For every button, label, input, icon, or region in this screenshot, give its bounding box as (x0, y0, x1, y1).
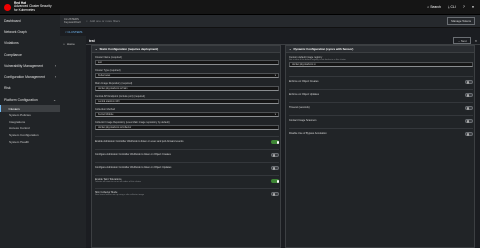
central-api-endpoint-field: Central API Endpoint (include port) (req… (95, 95, 279, 104)
toggle-row-enforce-creates: Enforce on Object Creates (289, 76, 473, 86)
redhat-logo-icon (4, 3, 11, 11)
main-content: test → Next ✕ ⌄ Static Configuration (re… (86, 36, 480, 248)
chevron-down-icon: ⌄ (53, 97, 56, 102)
main-image-repository-input[interactable]: docker.pkg.stackrox.io/main (95, 85, 279, 91)
toggle-row-taint-tolerations: Enable Taint Tolerations Tolerate all ta… (95, 175, 280, 185)
toggle-row-admission-creates: Configure Admission Controller Webhook t… (95, 149, 279, 159)
contact-scanners-toggle[interactable] (465, 118, 473, 123)
bypass-annotation-toggle[interactable] (465, 131, 473, 136)
breadcrumb-back-link[interactable]: < CLUSTERS (65, 30, 82, 34)
cli-label: CLI (450, 5, 456, 9)
slim-collector-toggle[interactable] (271, 191, 279, 196)
cluster-name-field: Cluster Name (required) test (95, 56, 279, 65)
sidebar-item-violations[interactable]: Violations (0, 38, 60, 49)
collection-method-field: Collection Method Kernel Module ▾ (95, 108, 279, 117)
cli-button[interactable]: ⤓ CLI (448, 5, 456, 9)
toggle-row-contact-scanners: Contact Image Scanners (289, 115, 473, 125)
user-icon[interactable]: ● (472, 5, 474, 9)
toggle-row-bypass-annotation: Disable Use of Bypass Annotation (289, 128, 473, 138)
global-search-button[interactable]: ⌕ Search (427, 5, 441, 9)
cluster-name-input[interactable]: test (95, 59, 279, 65)
caret-down-icon: ▾ (274, 73, 276, 77)
admission-creates-toggle[interactable] (271, 152, 279, 157)
sidebar-item-risk[interactable]: Risk (0, 83, 60, 94)
search-icon: ⌕ (427, 5, 430, 9)
search-icon: ⌕ (86, 19, 88, 23)
sidebar-subitem-system-configuration[interactable]: System Configuration (0, 132, 60, 139)
sidebar-item-compliance[interactable]: Compliance (0, 49, 60, 60)
search-label: Search (430, 5, 441, 9)
chevron-down-icon[interactable]: ⌄ (289, 47, 291, 51)
custom-default-registry-field: Custom default image registry Set a valu… (289, 56, 473, 68)
sidebar-subitem-system-health[interactable]: System Health (0, 138, 60, 145)
collector-image-repository-field: Collector Image Repository (uses Main im… (95, 121, 279, 130)
cluster-list-pane: ⌂ Home (60, 36, 86, 248)
close-icon[interactable]: ✕ (475, 39, 477, 43)
chevron-right-icon: › (54, 63, 56, 68)
home-icon: ⌂ (63, 42, 65, 46)
sidebar-subitem-integrations[interactable]: Integrations (0, 119, 60, 126)
cluster-type-field: Cluster Type (required) Kubernetes ▾ (95, 69, 279, 78)
brand-logo[interactable]: Red Hat Advanced Cluster Security for Ku… (4, 1, 52, 12)
search-bar: CLUSTERS Keyword/Cell ⌕ Add one or more … (60, 15, 480, 28)
sidebar-subitem-clusters[interactable]: Clusters (0, 105, 60, 112)
sidebar-item-configuration-management[interactable]: Configuration Management › (0, 71, 60, 82)
sidebar-subitem-system-policies[interactable]: System Policies (0, 112, 60, 119)
enforce-updates-toggle[interactable] (465, 92, 473, 97)
collector-image-repository-input[interactable]: docker.pkg.stackrox.io/collector (95, 124, 279, 130)
caret-down-icon: ▾ (274, 112, 276, 116)
sidebar-item-vulnerability-management[interactable]: Vulnerability Management › (0, 60, 60, 71)
sidebar-item-platform-configuration[interactable]: Platform Configuration ⌄ (0, 94, 60, 105)
sidebar-item-dashboard[interactable]: Dashboard (0, 15, 60, 26)
timeout-toggle[interactable] (465, 105, 473, 110)
toggle-row-admission-updates: Configure Admission Controller Webhook t… (95, 162, 279, 172)
admission-exec-toggle[interactable] (271, 139, 280, 144)
sidebar-subitem-access-control[interactable]: Access Control (0, 125, 60, 132)
page-title: test (89, 38, 95, 43)
search-scope-label: CLUSTERS Keyword/Cell (64, 17, 81, 24)
central-api-endpoint-input[interactable]: central.stackrox:443 (95, 98, 279, 104)
sidebar: Dashboard Network Graph Violations Compl… (0, 15, 60, 248)
enforce-creates-toggle[interactable] (465, 79, 473, 84)
masthead: Red Hat Advanced Cluster Security for Ku… (0, 0, 480, 15)
toggle-row-slim-collector: Slim Collector Mode New kernel will be s… (95, 188, 279, 198)
chevron-down-icon[interactable]: ⌄ (95, 47, 97, 51)
static-configuration-panel: ⌄ Static Configuration (requires deploym… (91, 45, 281, 248)
help-icon[interactable]: ? (463, 5, 465, 9)
breadcrumb[interactable]: < CLUSTERS (60, 28, 480, 36)
main-image-repository-field: Main Image Repository (required) docker.… (95, 82, 279, 91)
search-placeholder: Add one or more filters (89, 19, 121, 23)
dynamic-configuration-panel: ⌄ Dynamic Configuration (syncs with Sens… (285, 45, 475, 248)
toggle-row-enforce-updates: Enforce on Object Updates (289, 89, 473, 99)
custom-default-registry-input[interactable]: docker.pkg.stackrox.io (289, 62, 473, 68)
search-input[interactable]: ⌕ Add one or more filters (86, 19, 447, 23)
panel-title: Static Configuration (requires deploymen… (99, 46, 159, 51)
cluster-type-select[interactable]: Kubernetes ▾ (95, 72, 279, 78)
admission-updates-toggle[interactable] (271, 165, 279, 170)
panel-title: Dynamic Configuration (syncs with Sensor… (293, 46, 354, 51)
manage-tokens-button[interactable]: Manage Tokens (447, 17, 475, 25)
collection-method-select[interactable]: Kernel Module ▾ (95, 111, 279, 117)
sidebar-item-network-graph[interactable]: Network Graph (0, 26, 60, 37)
download-icon: ⤓ (447, 5, 450, 9)
taint-tolerations-toggle[interactable] (271, 178, 280, 183)
home-link[interactable]: ⌂ Home (60, 36, 86, 46)
toggle-row-admission-exec: Enable Admission Controller Webhook to l… (95, 136, 280, 146)
chevron-right-icon: › (54, 75, 56, 80)
brand-line3: for Kubernetes (14, 7, 35, 12)
toggle-row-timeout: Timeout (seconds) (289, 102, 473, 112)
